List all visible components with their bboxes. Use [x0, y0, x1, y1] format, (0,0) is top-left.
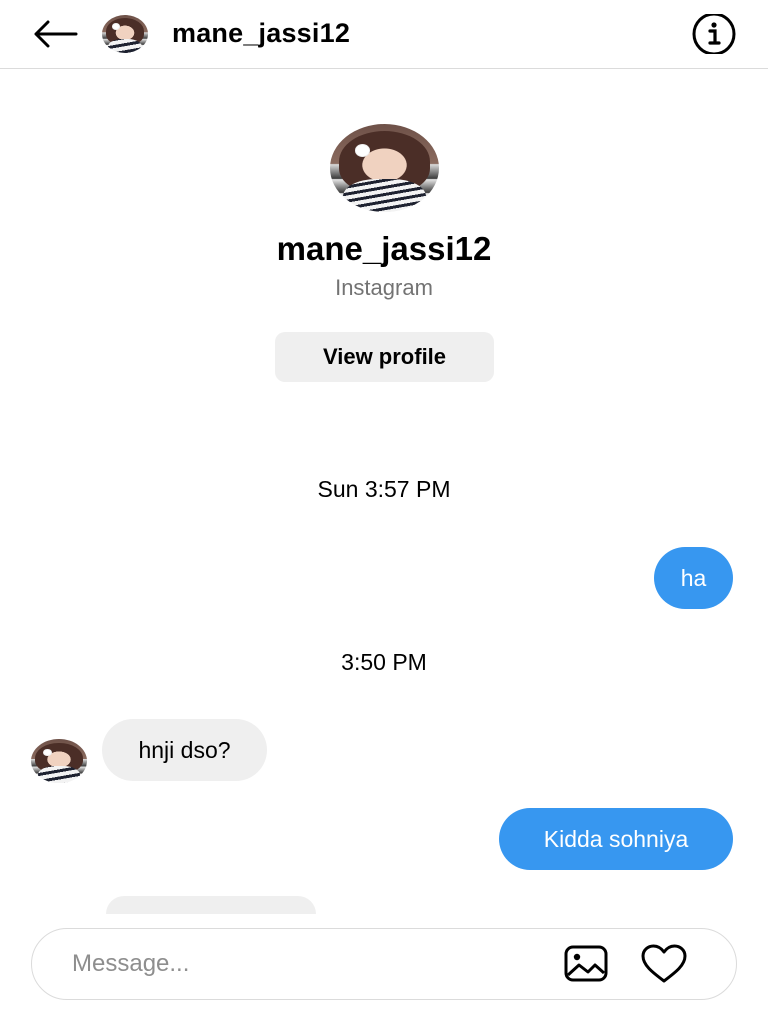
arrow-left-icon [34, 20, 78, 48]
message-input[interactable] [70, 945, 544, 983]
profile-source: Instagram [335, 275, 433, 300]
message-timestamp: Sun 3:57 PM [317, 476, 451, 502]
sent-message[interactable]: Kidda sohniya [499, 808, 733, 870]
heart-icon [641, 944, 687, 983]
like-button[interactable] [640, 943, 688, 985]
profile-username: mane_jassi12 [276, 230, 492, 267]
header-username[interactable]: mane_jassi12 [172, 18, 350, 49]
profile-avatar[interactable] [330, 124, 439, 212]
message-composer [31, 928, 737, 1000]
image-icon [564, 945, 608, 982]
sender-avatar[interactable] [31, 739, 87, 783]
back-button[interactable] [28, 14, 80, 54]
info-button[interactable] [690, 12, 738, 56]
header-avatar[interactable] [102, 15, 148, 53]
received-message-partial[interactable] [106, 896, 316, 914]
sent-message[interactable]: ha [654, 547, 733, 609]
info-icon [692, 12, 736, 56]
received-message[interactable]: hnji dso? [102, 719, 267, 781]
view-profile-button[interactable]: View profile [275, 332, 494, 382]
gallery-button[interactable] [564, 943, 608, 985]
message-timestamp: 3:50 PM [341, 649, 427, 675]
chat-header: mane_jassi12 [0, 0, 768, 69]
